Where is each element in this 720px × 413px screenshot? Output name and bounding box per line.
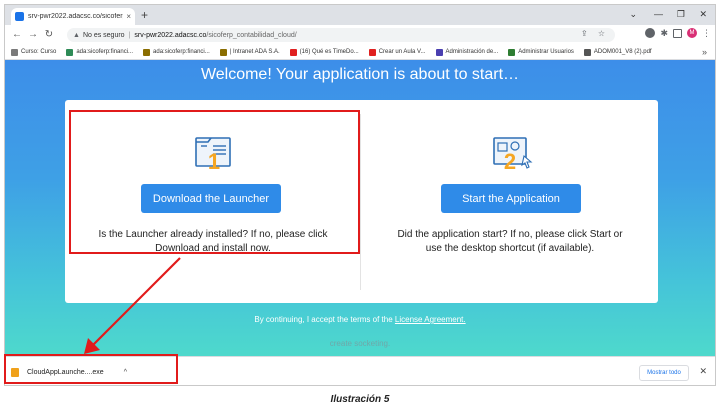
bookmark-label: ada:sicoferp:financi...: [76, 49, 134, 55]
bookmark-item[interactable]: (16) Qué es TimeDo...: [289, 48, 359, 56]
back-button[interactable]: ←: [9, 28, 25, 42]
tab-strip: srv-pwr2022.adacsc.co/sicoferp_ × + ⌄ — …: [5, 5, 715, 25]
share-bookmark-icons[interactable]: ⇪ ☆: [581, 29, 609, 38]
tab-title: srv-pwr2022.adacsc.co/sicoferp_: [28, 13, 124, 20]
bookmark-item[interactable]: ada:sicoferp:financi...: [143, 48, 210, 56]
bookmark-favicon-icon: [583, 48, 591, 56]
download-file-name: CloudAppLaunche....exe: [27, 368, 104, 376]
browser-window: srv-pwr2022.adacsc.co/sicoferp_ × + ⌄ — …: [4, 4, 716, 386]
bookmarks-bar: Curso: Curso ada:sicoferp:financi... ada:s…: [5, 45, 715, 60]
reload-button[interactable]: ↻: [41, 28, 57, 42]
step1-description-line1: Is the Launcher already installed? If no…: [98, 229, 328, 240]
forward-button[interactable]: →: [25, 28, 41, 42]
minimize-button[interactable]: —: [654, 7, 663, 21]
bookmark-label: ADOM001_V8 (2).pdf: [593, 49, 652, 55]
bookmark-item[interactable]: Curso: Curso: [11, 48, 57, 56]
step1-description: Is the Launcher already installed? If no…: [65, 228, 361, 256]
browser-toolbar: ← → ↻ ▲ No es seguro | srv-pwr2022.adacs…: [5, 25, 715, 45]
step2-description-line1: Did the application start? If no, please…: [397, 229, 623, 240]
tab-search-icon[interactable]: ⌄: [629, 7, 637, 21]
bookmark-item[interactable]: | Intranet ADA S.A.: [219, 48, 280, 56]
bookmark-label: Curso: Curso: [21, 49, 57, 55]
puzzle-icon[interactable]: ✱: [660, 28, 668, 38]
start-application-button[interactable]: Start the Application: [441, 184, 581, 213]
bookmarks-overflow-icon[interactable]: »: [702, 47, 707, 57]
show-all-downloads-button[interactable]: Mostrar todo: [639, 365, 689, 381]
bookmark-label: ada:sicoferp:financi...: [153, 49, 210, 55]
exe-file-icon: [11, 367, 19, 377]
side-panel-icon[interactable]: [673, 28, 682, 38]
close-shelf-icon[interactable]: ✕: [699, 366, 707, 377]
address-bar[interactable]: ▲ No es seguro | srv-pwr2022.adacsc.co /…: [67, 28, 615, 42]
app-start-icon: 2: [493, 137, 533, 172]
launcher-page: Welcome! Your application is about to st…: [5, 60, 715, 356]
step-number-2: 2: [504, 149, 516, 172]
bookmark-favicon-icon: [508, 48, 516, 56]
step-number-1: 1: [208, 149, 220, 172]
bookmark-item[interactable]: ada:sicoferp:financi...: [66, 48, 134, 56]
omnibox-separator: |: [128, 31, 131, 39]
bookmark-item[interactable]: Administrar Usuarios: [508, 48, 574, 56]
new-tab-button[interactable]: +: [141, 8, 148, 22]
profile-avatar[interactable]: M: [687, 28, 697, 38]
bookmark-item[interactable]: ADOM001_V8 (2).pdf: [583, 48, 652, 56]
folder-download-icon: 1: [195, 137, 231, 172]
consent-prefix: By continuing, I accept the terms of the: [254, 315, 395, 324]
status-text: create socketing.: [329, 339, 391, 348]
bookmark-favicon-icon: [368, 48, 376, 56]
step1-description-line2: Download and install now.: [155, 243, 271, 254]
steps-card: 1 Download the Launcher Is the Launcher …: [65, 100, 658, 303]
download-shelf: CloudAppLaunche....exe ^ Mostrar todo ✕: [5, 356, 715, 385]
figure-caption: Ilustración 5: [330, 394, 390, 405]
bookmark-label: (16) Qué es TimeDo...: [299, 49, 359, 55]
security-label: No es seguro: [82, 31, 125, 39]
kebab-menu-icon[interactable]: ⋮: [702, 28, 711, 38]
bookmark-label: Crear un Aula V...: [378, 49, 426, 55]
tab-close-icon[interactable]: ×: [126, 12, 131, 21]
chevron-up-icon[interactable]: ^: [124, 369, 127, 376]
step2-description-line2: use the desktop shortcut (if available).: [425, 243, 595, 254]
screenshot-figure: srv-pwr2022.adacsc.co/sicoferp_ × + ⌄ — …: [0, 0, 720, 413]
bookmark-favicon-icon: [143, 48, 151, 56]
site-favicon-icon: [15, 12, 24, 21]
url-host: srv-pwr2022.adacsc.co: [134, 31, 207, 39]
bookmark-favicon-icon: [435, 48, 443, 56]
page-title: Welcome! Your application is about to st…: [200, 66, 520, 83]
bookmark-item[interactable]: Crear un Aula V...: [368, 48, 426, 56]
extension-icon[interactable]: [645, 28, 656, 38]
bookmark-favicon-icon: [66, 48, 74, 56]
license-agreement-link[interactable]: License Agreement.: [395, 315, 466, 324]
browser-tab[interactable]: srv-pwr2022.adacsc.co/sicoferp_ ×: [11, 8, 135, 25]
close-window-button[interactable]: ✕: [699, 7, 707, 21]
bookmark-favicon-icon: [219, 48, 227, 56]
download-item[interactable]: CloudAppLaunche....exe ^: [11, 363, 127, 381]
url-path: /sicoferp_contabilidad_cloud/: [206, 31, 297, 39]
bookmark-label: | Intranet ADA S.A.: [229, 49, 280, 55]
bookmark-item[interactable]: Administración de...: [435, 48, 499, 56]
restore-button[interactable]: ❐: [677, 7, 685, 21]
bookmark-label: Administrar Usuarios: [518, 49, 574, 55]
consent-text: By continuing, I accept the terms of the…: [5, 315, 715, 324]
warning-icon: ▲: [73, 31, 80, 39]
bookmark-favicon-icon: [11, 48, 18, 56]
extension-bar: ✱ M ⋮: [645, 28, 711, 38]
step2-description: Did the application start? If no, please…: [362, 228, 658, 256]
bookmark-favicon-icon: [289, 48, 297, 56]
download-launcher-button[interactable]: Download the Launcher: [141, 184, 281, 213]
bookmark-label: Administración de...: [445, 49, 499, 55]
